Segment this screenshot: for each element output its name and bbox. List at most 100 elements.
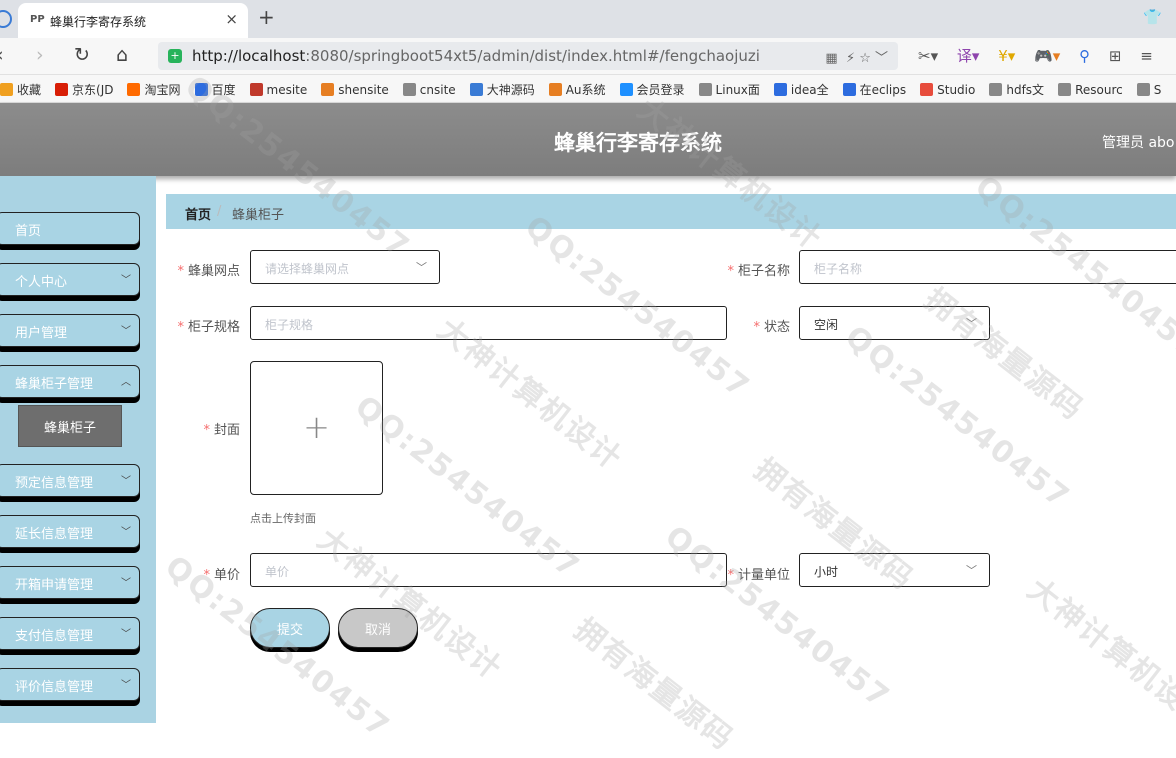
sidebar-item-label: 支付信息管理: [15, 629, 94, 644]
plus-icon: +: [303, 408, 330, 446]
bookmark-icon: [469, 83, 483, 96]
sidebar-item-label: 用户管理: [15, 326, 68, 341]
unit-value: 小时: [814, 565, 839, 579]
apps-grid-icon[interactable]: ⊞: [1109, 47, 1122, 65]
sidebar-item-reviews[interactable]: 评价信息管理 ﹀: [0, 668, 140, 701]
site-select[interactable]: 请选择蜂巢网点 ﹀: [250, 250, 440, 284]
bookmark-icon: [402, 83, 416, 96]
current-user[interactable]: 管理员 abo: [1102, 132, 1174, 152]
chevron-down-icon: ﹀: [121, 275, 131, 286]
sidebar-subitem-lockers[interactable]: 蜂巢柜子: [18, 405, 122, 447]
cover-upload[interactable]: +: [250, 361, 383, 495]
bookmark-item[interactable]: Studio: [920, 83, 975, 97]
url-text: http://localhost:8080/springboot54xt5/ad…: [192, 47, 760, 65]
status-select[interactable]: 空闲 ﹀: [799, 306, 990, 340]
cancel-button[interactable]: 取消: [338, 608, 418, 648]
bookmark-item[interactable]: 收藏: [0, 81, 41, 98]
bookmark-item[interactable]: 会员登录: [619, 81, 685, 98]
bookmark-item[interactable]: Resourc: [1058, 83, 1123, 97]
bookmark-icon: [249, 83, 263, 96]
browser-tab[interactable]: PP 蜂巢行李寄存系统 ×: [18, 3, 248, 38]
sidebar-item-label: 评价信息管理: [15, 680, 94, 695]
status-value: 空闲: [814, 318, 839, 332]
bookmark-label: 大神源码: [486, 83, 535, 97]
bookmark-label: Studio: [937, 83, 976, 97]
tab-favicon-icon: PP: [30, 14, 45, 25]
sidebar-item-open-requests[interactable]: 开箱申请管理 ﹀: [0, 566, 140, 599]
cover-label: * 封面: [203, 423, 240, 438]
menu-icon[interactable]: ≡: [1140, 47, 1153, 65]
watermark: QQ:254540457: [658, 519, 897, 716]
home-icon[interactable]: ⌂: [116, 44, 128, 66]
sidebar-item-users[interactable]: 用户管理 ﹀: [0, 314, 140, 347]
chevron-down-icon: ﹀: [416, 261, 427, 274]
bookmark-icon: [920, 83, 934, 96]
sidebar-item-payments[interactable]: 支付信息管理 ﹀: [0, 617, 140, 650]
watermark: 拥有海量源码: [917, 281, 1091, 428]
browser-extensions: ✂▾ 译▾ ¥▾ 🎮▾ ⚲ ⊞ ≡: [918, 45, 1167, 66]
bookmark-icon: [698, 83, 712, 96]
bookmark-item[interactable]: hdfs文: [989, 81, 1044, 98]
bookmark-icon: [619, 83, 633, 96]
bookmark-item[interactable]: Linux面: [698, 81, 760, 98]
coin-icon[interactable]: ¥▾: [998, 47, 1015, 65]
bookmark-item[interactable]: idea全: [773, 81, 829, 98]
bookmark-item[interactable]: shensite: [321, 83, 389, 97]
sidebar-item-home[interactable]: 首页: [0, 212, 140, 245]
spec-label: * 柜子规格: [177, 320, 240, 335]
reload-icon[interactable]: ↻: [74, 44, 90, 66]
skin-icon[interactable]: 👕: [1143, 8, 1162, 26]
bookmark-item[interactable]: S: [1136, 83, 1162, 97]
bookmark-item[interactable]: 大神源码: [469, 81, 535, 98]
bookmarks-bar: 收藏 京东(JD 淘宝网 百度 mesite shensite cnsite 大神源码 Au系统…: [0, 75, 1176, 103]
sidebar-item-label: 预定信息管理: [15, 476, 94, 491]
bookmark-label: idea全: [790, 83, 829, 97]
bookmark-item[interactable]: 在eclips: [842, 81, 907, 98]
breadcrumb-separator: /: [217, 204, 222, 219]
watermark: QQ:254540457: [838, 319, 1077, 516]
sidebar-item-label: 蜂巢柜子管理: [15, 377, 94, 392]
sidebar-item-lockers[interactable]: 蜂巢柜子管理 ︿: [0, 365, 140, 398]
upload-hint: 点击上传封面: [250, 512, 316, 525]
bookmark-item[interactable]: mesite: [249, 83, 307, 97]
name-input[interactable]: 柜子名称: [799, 250, 1176, 284]
bookmark-item[interactable]: 京东(JD: [55, 81, 113, 98]
forward-icon[interactable]: ›: [36, 44, 44, 66]
price-input[interactable]: 单价: [250, 553, 727, 587]
bookmark-label: hdfs文: [1006, 83, 1045, 97]
address-bar-actions-icon[interactable]: ▦ ⚡ ☆ ﹀: [825, 47, 888, 66]
submit-button-label: 提交: [276, 623, 303, 638]
sidebar-item-profile[interactable]: 个人中心 ﹀: [0, 263, 140, 296]
sidebar-item-extensions[interactable]: 延长信息管理 ﹀: [0, 515, 140, 548]
back-icon[interactable]: ‹: [0, 44, 4, 66]
bookmark-label: 在eclips: [859, 83, 907, 97]
bookmark-item[interactable]: cnsite: [402, 83, 456, 97]
bookmark-label: S: [1153, 83, 1162, 97]
bookmark-label: 淘宝网: [144, 83, 181, 97]
bookmark-icon: [1058, 83, 1072, 96]
scissors-icon[interactable]: ✂▾: [918, 47, 938, 65]
sidebar-subitem-label: 蜂巢柜子: [43, 421, 96, 436]
secure-shield-icon: +: [168, 49, 182, 63]
bookmark-item[interactable]: 淘宝网: [127, 81, 181, 98]
bookmark-icon: [548, 83, 562, 96]
search-icon[interactable]: ⚲: [1079, 47, 1090, 65]
chevron-down-icon: ﹀: [121, 629, 131, 640]
breadcrumb-home[interactable]: 首页: [185, 204, 211, 223]
spec-placeholder: 柜子规格: [265, 318, 314, 332]
new-tab-button[interactable]: +: [258, 5, 275, 29]
bookmark-item[interactable]: Au系统: [548, 81, 606, 98]
unit-select[interactable]: 小时 ﹀: [799, 553, 990, 587]
submit-button[interactable]: 提交: [250, 608, 330, 648]
watermark: 拥有海量源码: [567, 611, 741, 758]
sidebar-item-reservations[interactable]: 预定信息管理 ﹀: [0, 464, 140, 497]
bookmark-item[interactable]: 百度: [194, 81, 236, 98]
address-bar[interactable]: + http://localhost:8080/springboot54xt5/…: [158, 42, 898, 70]
price-label: * 单价: [203, 568, 240, 583]
tab-close-icon[interactable]: ×: [225, 10, 238, 28]
translate-icon[interactable]: 译▾: [957, 45, 980, 66]
spec-input[interactable]: 柜子规格: [250, 306, 727, 340]
game-icon[interactable]: 🎮▾: [1034, 47, 1060, 65]
watermark: 大神计算机设计: [1020, 572, 1176, 738]
bookmark-label: shensite: [338, 83, 389, 97]
